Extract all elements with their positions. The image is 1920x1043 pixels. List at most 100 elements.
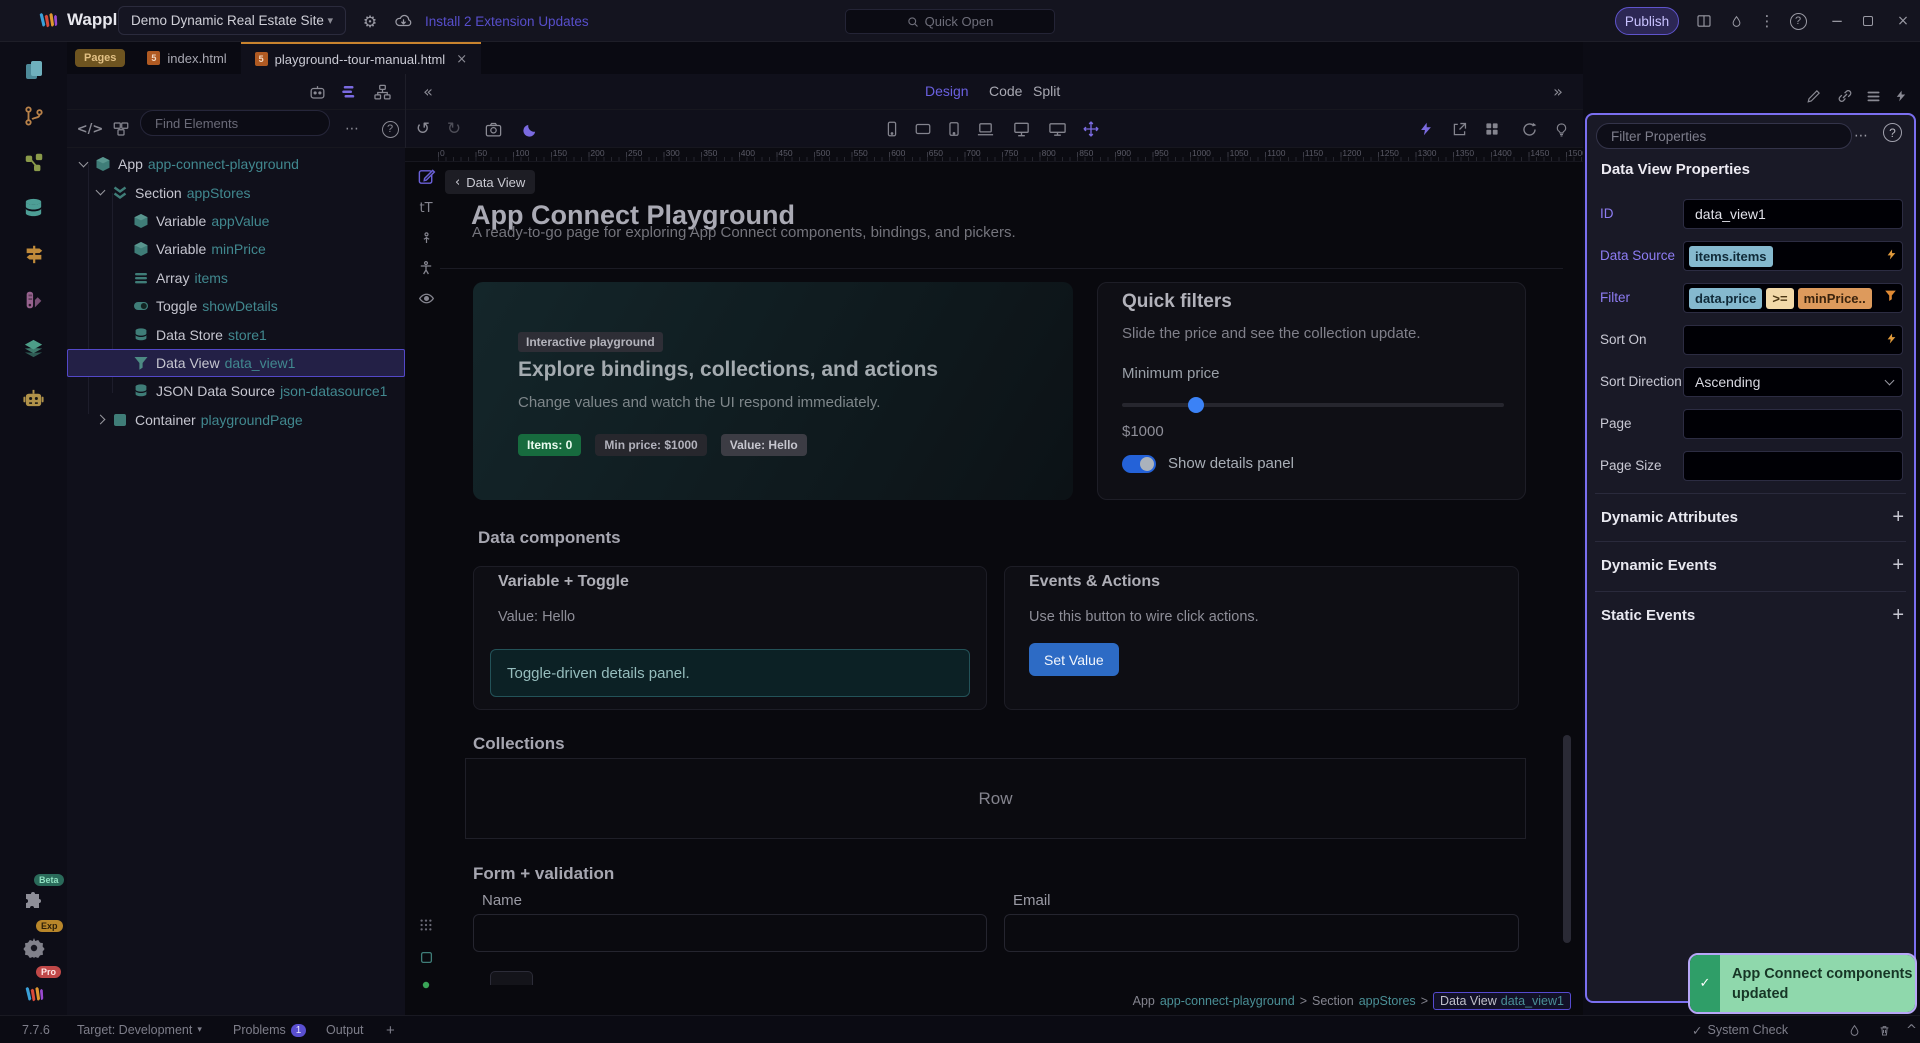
layers-icon[interactable] <box>0 328 67 368</box>
price-slider[interactable] <box>1122 397 1504 413</box>
dynamic-lightning-icon[interactable] <box>1889 84 1913 108</box>
trash-icon[interactable] <box>1878 1016 1891 1043</box>
tree-node-dataview-selected[interactable]: Data View data_view1 <box>67 348 405 378</box>
system-check-button[interactable]: ✓ System Check <box>1692 1016 1788 1043</box>
add-panel-button[interactable]: + <box>386 1016 395 1043</box>
funnel-picker-icon[interactable] <box>1884 289 1897 307</box>
experimental-gear-icon[interactable] <box>0 928 67 968</box>
close-button[interactable]: × <box>1892 0 1914 42</box>
props-more-icon[interactable]: ⋯ <box>1854 128 1868 144</box>
set-value-button[interactable]: Set Value <box>1029 643 1119 676</box>
layout-columns-icon[interactable] <box>1692 0 1716 42</box>
chevron-right-icon[interactable] <box>95 414 106 425</box>
styles-palette-icon[interactable] <box>0 280 67 320</box>
output-button[interactable]: Output <box>326 1016 364 1043</box>
info-person-icon[interactable] <box>415 227 437 249</box>
sort-direction-select[interactable]: Ascending <box>1683 367 1903 397</box>
tree-node-json-datasource[interactable]: JSON Data Source json-datasource1 <box>67 377 405 405</box>
selection-breadcrumb-chip[interactable]: ‹ Data View <box>445 170 536 194</box>
close-tab-icon[interactable]: × <box>456 52 467 67</box>
workflows-icon[interactable] <box>0 142 67 182</box>
git-icon[interactable] <box>0 96 67 136</box>
accessibility-icon[interactable] <box>415 257 437 279</box>
routes-signpost-icon[interactable] <box>0 234 67 274</box>
target-selector[interactable]: Target: Development ▾ <box>77 1016 202 1043</box>
id-field[interactable] <box>1683 199 1903 229</box>
tree-node-variable-minprice[interactable]: Variable minPrice <box>67 235 405 263</box>
page-field[interactable] <box>1683 409 1903 439</box>
name-field[interactable] <box>473 914 987 952</box>
tree-node-array[interactable]: Array items <box>67 264 405 292</box>
unlink-icon[interactable] <box>1833 84 1857 108</box>
page-size-field[interactable] <box>1683 451 1903 481</box>
database-icon[interactable] <box>0 188 67 228</box>
tree-node-section[interactable]: Section appStores <box>67 178 405 206</box>
tree-node-datastore[interactable]: Data Store store1 <box>67 320 405 348</box>
element-handle-icon[interactable] <box>415 946 437 968</box>
collections-row-box[interactable]: Row <box>465 758 1526 839</box>
project-selector[interactable]: Demo Dynamic Real Estate Site ▾ <box>118 6 346 35</box>
ai-assistant-icon[interactable] <box>305 80 329 104</box>
filter-chip-left[interactable]: data.price <box>1689 287 1763 309</box>
email-field[interactable] <box>1004 914 1519 952</box>
maximize-button[interactable] <box>1857 0 1879 42</box>
dynamic-events-section[interactable]: Dynamic Events + <box>1601 551 1904 579</box>
props-help-icon[interactable]: ? <box>1883 123 1902 142</box>
add-icon[interactable]: + <box>1892 604 1904 627</box>
collapse-statusbar-icon[interactable]: ^ <box>1906 1016 1917 1043</box>
theme-drop-icon[interactable] <box>1724 0 1748 42</box>
find-elements-input[interactable] <box>140 110 330 136</box>
eye-icon[interactable] <box>415 287 437 309</box>
pages-badge[interactable]: Pages <box>75 49 126 67</box>
ai-robot-icon[interactable] <box>0 378 67 418</box>
chevron-down-icon[interactable] <box>78 157 89 168</box>
install-updates-link[interactable]: Install 2 Extension Updates <box>425 0 589 42</box>
dynamic-attributes-section[interactable]: Dynamic Attributes + <box>1601 503 1904 531</box>
events-actions-card[interactable]: Events & Actions Use this button to wire… <box>1004 566 1519 710</box>
tree-more-icon[interactable]: ⋯ <box>341 118 363 140</box>
sitemap-icon[interactable] <box>370 80 394 104</box>
code-view-icon[interactable]: </> <box>77 118 104 140</box>
components-blocks-icon[interactable] <box>109 118 133 140</box>
sort-on-field[interactable] <box>1683 325 1903 355</box>
edit-element-pencil-icon[interactable] <box>1801 84 1825 108</box>
add-icon[interactable]: + <box>1892 554 1904 577</box>
quick-filters-card[interactable]: Quick filters Slide the price and see th… <box>1097 282 1526 500</box>
tree-node-variable-appvalue[interactable]: Variable appValue <box>67 207 405 235</box>
design-page[interactable]: ‹ Data View App Connect Playground A rea… <box>405 162 1583 1015</box>
variable-toggle-card[interactable]: Variable + Toggle Value: Hello Toggle-dr… <box>473 566 987 710</box>
quick-open-search[interactable]: Quick Open <box>845 9 1055 34</box>
tree-help-icon[interactable]: ? <box>379 118 401 140</box>
kebab-menu-icon[interactable]: ⋮ <box>1756 0 1778 42</box>
extensions-puzzle-icon[interactable] <box>0 882 67 922</box>
id-input[interactable] <box>1689 206 1897 222</box>
drag-grid-icon[interactable] <box>415 914 437 936</box>
app-structure-list-icon[interactable] <box>337 80 361 104</box>
partial-submit-button[interactable] <box>490 971 533 985</box>
breadcrumb[interactable]: App app-connect-playground > Section app… <box>1133 992 1571 1010</box>
tree-node-app[interactable]: App app-connect-playground <box>67 150 405 178</box>
clean-drop-icon[interactable] <box>1848 1016 1861 1043</box>
cloud-download-icon[interactable] <box>390 0 416 42</box>
toast-notification[interactable]: ✓ App Connect components updated <box>1688 953 1917 1014</box>
tree-node-toggle[interactable]: Toggle showDetails <box>67 292 405 320</box>
edit-mode-icon[interactable] <box>415 165 437 187</box>
lightning-picker-icon[interactable] <box>1886 331 1897 349</box>
text-tool-icon[interactable]: tT <box>415 197 437 219</box>
slider-thumb[interactable] <box>1188 397 1204 413</box>
properties-list-icon[interactable] <box>1861 84 1885 108</box>
settings-gear-icon[interactable]: ⚙ <box>358 0 382 42</box>
filter-field[interactable]: data.price >= minPrice.. <box>1683 283 1903 313</box>
help-icon[interactable]: ? <box>1786 0 1810 42</box>
filter-chip-operator[interactable]: >= <box>1766 287 1794 309</box>
tab-index-html[interactable]: 5 index.html <box>133 42 240 74</box>
tree-node-container[interactable]: Container playgroundPage <box>67 406 405 434</box>
minimize-button[interactable]: − <box>1826 0 1848 42</box>
pro-wappler-icon[interactable] <box>0 974 67 1014</box>
data-source-chip[interactable]: items.items <box>1689 245 1773 267</box>
problems-button[interactable]: Problems 1 <box>233 1016 307 1043</box>
data-source-field[interactable]: items.items <box>1683 241 1903 271</box>
add-icon[interactable]: + <box>1892 506 1904 529</box>
filter-properties-input[interactable] <box>1596 123 1852 149</box>
static-events-section[interactable]: Static Events + <box>1601 601 1904 629</box>
